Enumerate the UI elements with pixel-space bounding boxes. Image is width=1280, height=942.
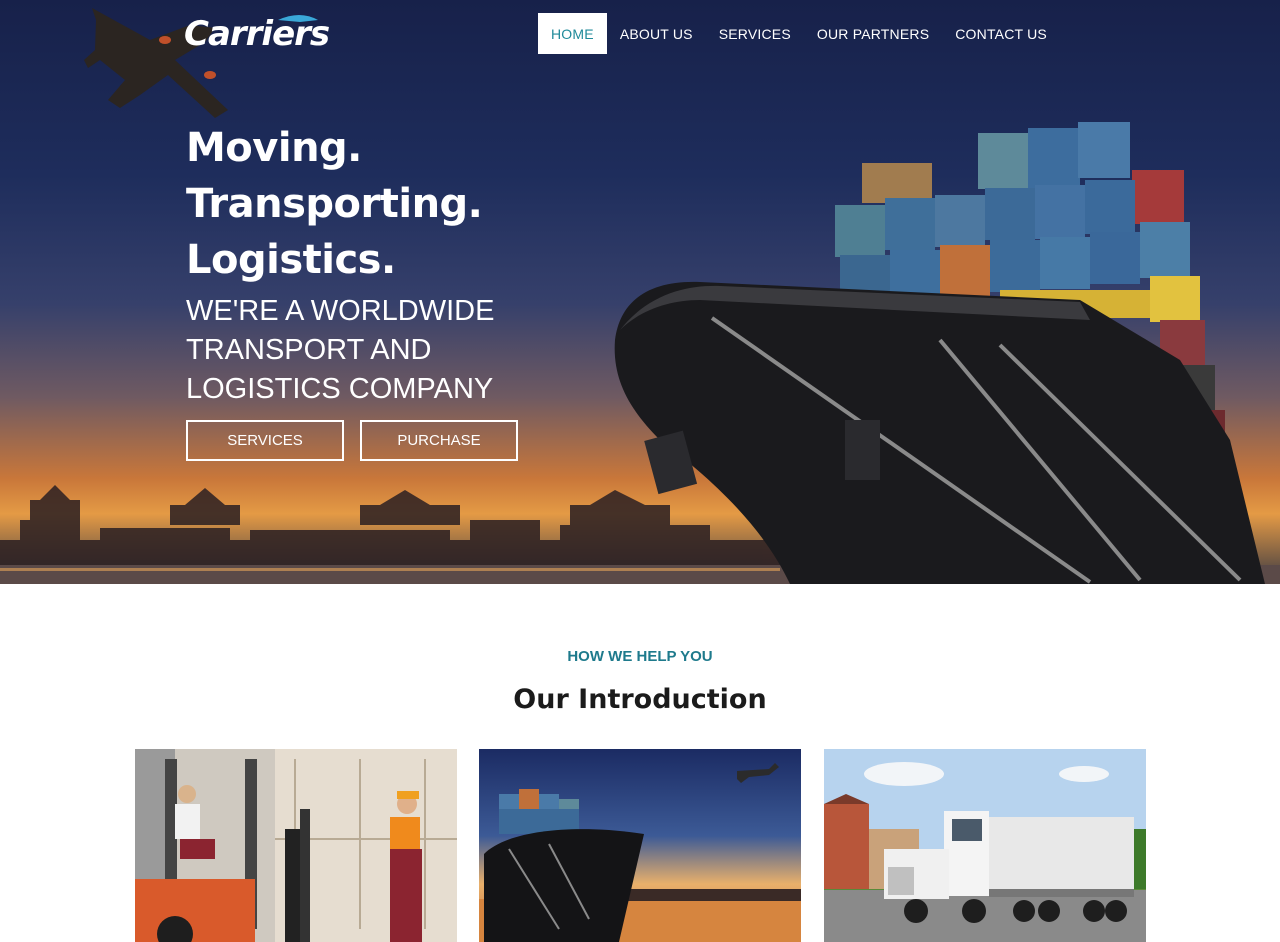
hero-headline-line-1: Moving. — [186, 125, 362, 171]
section-eyebrow: HOW WE HELP YOU — [567, 648, 713, 665]
nav-about-us[interactable]: ABOUT US — [607, 13, 706, 54]
hero-subheadline: WE'RE A WORLDWIDE TRANSPORT AND LOGISTIC… — [186, 295, 495, 405]
intro-card-truck-image[interactable] — [824, 749, 1146, 942]
services-button[interactable]: SERVICES — [186, 420, 344, 461]
nav-home[interactable]: HOME — [538, 13, 607, 54]
nav-our-partners[interactable]: OUR PARTNERS — [804, 13, 942, 54]
hero-headline: Moving. Transporting. Logistics. — [186, 120, 483, 288]
intro-card-ship-image[interactable] — [479, 749, 801, 942]
purchase-button[interactable]: PURCHASE — [360, 420, 518, 461]
nav-services[interactable]: SERVICES — [706, 13, 804, 54]
hero-banner: Carriers HOME ABOUT US SERVICES OUR PART… — [0, 0, 1280, 584]
intro-card-warehouse-image[interactable] — [135, 749, 457, 942]
hero-headline-line-3: Logistics. — [186, 237, 396, 283]
logo-text[interactable]: Carriers — [184, 14, 330, 54]
hero-headline-line-2: Transporting. — [186, 181, 483, 227]
section-title: Our Introduction — [513, 684, 767, 715]
main-nav: HOME ABOUT US SERVICES OUR PARTNERS CONT… — [538, 13, 1060, 54]
nav-contact-us[interactable]: CONTACT US — [942, 13, 1060, 54]
